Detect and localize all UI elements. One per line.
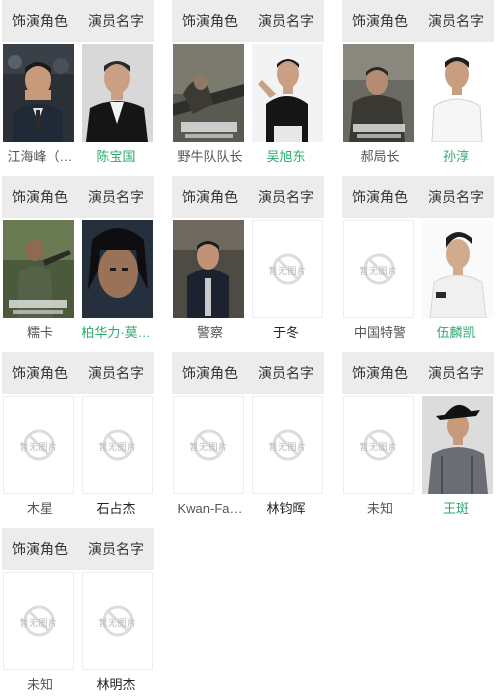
role-photo-placeholder: 暂无图片 bbox=[3, 572, 74, 670]
actor-name: 于冬 bbox=[272, 325, 299, 340]
actor-header-label: 演员名字 bbox=[428, 13, 484, 29]
cast-card: 饰演角色 演员名字 野牛队队长 吴旭东 bbox=[172, 0, 324, 168]
placeholder-text: 暂无图片 bbox=[189, 442, 228, 452]
actor-name: 石占杰 bbox=[96, 501, 136, 516]
role-header-label: 饰演角色 bbox=[12, 541, 68, 557]
cast-card: 饰演角色 演员名字 糯卡 柏华力·莫… bbox=[2, 176, 154, 344]
card-header: 饰演角色 演员名字 bbox=[2, 0, 154, 42]
cast-card: 饰演角色 演员名字 暂无图片 中国特警 伍麟凯 bbox=[342, 176, 494, 344]
role-name: 江海峰（… bbox=[7, 149, 73, 164]
role-header-label: 饰演角色 bbox=[12, 365, 68, 381]
role-photo[interactable] bbox=[173, 44, 244, 142]
actor-header-label: 演员名字 bbox=[258, 189, 314, 205]
role-name: 中国特警 bbox=[353, 325, 406, 340]
card-header: 饰演角色 演员名字 bbox=[2, 528, 154, 570]
cast-card: 饰演角色 演员名字 暂无图片 警察 于冬 bbox=[172, 176, 324, 344]
actor-header-label: 演员名字 bbox=[428, 189, 484, 205]
card-header: 饰演角色 演员名字 bbox=[172, 352, 324, 394]
placeholder-text: 暂无图片 bbox=[98, 618, 137, 628]
card-header: 饰演角色 演员名字 bbox=[172, 176, 324, 218]
placeholder-text: 暂无图片 bbox=[19, 442, 58, 452]
role-header-label: 饰演角色 bbox=[182, 365, 238, 381]
role-photo[interactable] bbox=[343, 44, 414, 142]
role-header-label: 饰演角色 bbox=[12, 13, 68, 29]
placeholder-text: 暂无图片 bbox=[98, 442, 137, 452]
cast-card: 饰演角色 演员名字 暂无图片 未知 王斑 bbox=[342, 352, 494, 520]
cast-card: 饰演角色 演员名字 暂无图片 暂无图片 木星 石占杰 bbox=[2, 352, 154, 520]
actor-photo[interactable] bbox=[422, 396, 493, 494]
role-photo[interactable] bbox=[3, 220, 74, 318]
placeholder-text: 暂无图片 bbox=[359, 442, 398, 452]
role-photo-placeholder: 暂无图片 bbox=[3, 396, 74, 494]
actor-header-label: 演员名字 bbox=[428, 365, 484, 381]
role-header-label: 饰演角色 bbox=[182, 13, 238, 29]
role-name: 木星 bbox=[26, 501, 53, 516]
card-header: 饰演角色 演员名字 bbox=[2, 352, 154, 394]
actor-name-link[interactable]: 柏华力·莫… bbox=[78, 322, 154, 344]
role-name: 警察 bbox=[196, 325, 223, 340]
actor-name-link[interactable]: 伍麟凯 bbox=[418, 322, 494, 344]
actor-name-link[interactable]: 陈宝国 bbox=[78, 146, 154, 168]
role-photo[interactable] bbox=[3, 44, 74, 142]
card-header: 饰演角色 演员名字 bbox=[2, 176, 154, 218]
cast-card: 饰演角色 演员名字 暂无图片 暂无图片 未知 林明杰 bbox=[2, 528, 154, 696]
cast-grid: 饰演角色 演员名字 江海峰（… 陈宝国 饰演角色 演员名字 野牛队队长 吴旭东 … bbox=[0, 0, 498, 698]
role-name: Kwan-Fa… bbox=[177, 501, 243, 516]
role-name: 未知 bbox=[366, 501, 393, 516]
actor-photo[interactable] bbox=[82, 44, 153, 142]
role-name: 郝局长 bbox=[360, 149, 400, 164]
actor-header-label: 演员名字 bbox=[258, 13, 314, 29]
cast-card: 饰演角色 演员名字 郝局长 孙淳 bbox=[342, 0, 494, 168]
role-name: 糯卡 bbox=[26, 325, 53, 340]
role-photo-placeholder: 暂无图片 bbox=[343, 220, 414, 318]
role-name: 野牛队队长 bbox=[177, 149, 243, 164]
role-photo-placeholder: 暂无图片 bbox=[343, 396, 414, 494]
actor-header-label: 演员名字 bbox=[88, 541, 144, 557]
cast-card: 饰演角色 演员名字 暂无图片 暂无图片 Kwan-Fa… 林钧晖 bbox=[172, 352, 324, 520]
actor-photo-placeholder: 暂无图片 bbox=[82, 396, 153, 494]
actor-name-link[interactable]: 王斑 bbox=[418, 498, 494, 520]
card-header: 饰演角色 演员名字 bbox=[172, 0, 324, 42]
actor-photo[interactable] bbox=[82, 220, 153, 318]
actor-name: 林钧晖 bbox=[266, 501, 306, 516]
actor-photo-placeholder: 暂无图片 bbox=[252, 396, 323, 494]
role-header-label: 饰演角色 bbox=[352, 365, 408, 381]
placeholder-text: 暂无图片 bbox=[359, 266, 398, 276]
actor-header-label: 演员名字 bbox=[258, 365, 314, 381]
role-photo-placeholder: 暂无图片 bbox=[173, 396, 244, 494]
placeholder-text: 暂无图片 bbox=[19, 618, 58, 628]
actor-photo[interactable] bbox=[422, 44, 493, 142]
role-name: 未知 bbox=[26, 677, 53, 692]
placeholder-text: 暂无图片 bbox=[268, 442, 307, 452]
placeholder-text: 暂无图片 bbox=[268, 266, 307, 276]
actor-header-label: 演员名字 bbox=[88, 365, 144, 381]
actor-photo-placeholder: 暂无图片 bbox=[82, 572, 153, 670]
role-photo[interactable] bbox=[173, 220, 244, 318]
card-header: 饰演角色 演员名字 bbox=[342, 176, 494, 218]
role-header-label: 饰演角色 bbox=[352, 13, 408, 29]
actor-photo[interactable] bbox=[422, 220, 493, 318]
actor-photo[interactable] bbox=[252, 44, 323, 142]
role-header-label: 饰演角色 bbox=[12, 189, 68, 205]
actor-name-link[interactable]: 孙淳 bbox=[418, 146, 494, 168]
card-header: 饰演角色 演员名字 bbox=[342, 0, 494, 42]
actor-name: 林明杰 bbox=[96, 677, 136, 692]
actor-photo-placeholder: 暂无图片 bbox=[252, 220, 323, 318]
role-header-label: 饰演角色 bbox=[352, 189, 408, 205]
role-header-label: 饰演角色 bbox=[182, 189, 238, 205]
actor-header-label: 演员名字 bbox=[88, 189, 144, 205]
actor-name-link[interactable]: 吴旭东 bbox=[248, 146, 324, 168]
actor-header-label: 演员名字 bbox=[88, 13, 144, 29]
cast-card: 饰演角色 演员名字 江海峰（… 陈宝国 bbox=[2, 0, 154, 168]
card-header: 饰演角色 演员名字 bbox=[342, 352, 494, 394]
